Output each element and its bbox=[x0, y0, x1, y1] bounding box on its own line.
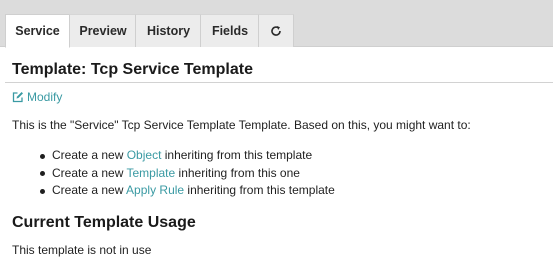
list-item: Create a new Object inheriting from this… bbox=[40, 147, 335, 165]
suggestion-list: Create a new Object inheriting from this… bbox=[40, 147, 335, 200]
tab-preview-label: Preview bbox=[79, 24, 127, 38]
suggestion-prefix: Create a new bbox=[52, 183, 127, 197]
usage-text: This template is not in use bbox=[12, 243, 152, 257]
modify-link[interactable]: Modify bbox=[12, 90, 62, 104]
suggestion-suffix: inheriting from this template bbox=[184, 183, 335, 197]
refresh-button[interactable] bbox=[258, 14, 294, 47]
page-title: Template: Tcp Service Template bbox=[12, 61, 253, 78]
suggestion-suffix: inheriting from this template bbox=[161, 148, 313, 162]
list-item: Create a new Apply Rule inheriting from … bbox=[40, 182, 335, 200]
suggestion-prefix: Create a new bbox=[52, 148, 127, 162]
modify-label: Modify bbox=[27, 90, 63, 104]
create-template-link[interactable]: Template bbox=[127, 166, 176, 180]
create-object-link[interactable]: Object bbox=[127, 148, 162, 162]
tab-bar: Service Preview History Fields bbox=[0, 0, 553, 48]
tab-history[interactable]: History bbox=[135, 14, 201, 47]
suggestion-suffix: inheriting from this one bbox=[175, 165, 300, 180]
bullet bbox=[40, 171, 45, 176]
title-divider bbox=[5, 82, 553, 83]
tab-history-label: History bbox=[146, 24, 191, 38]
create-apply-rule-link[interactable]: Apply Rule bbox=[126, 183, 184, 197]
bullet bbox=[40, 153, 45, 159]
tab-service[interactable]: Service bbox=[5, 14, 70, 48]
intro-text: This is the "Service" Tcp Service Templa… bbox=[12, 118, 471, 132]
edit-icon bbox=[12, 92, 23, 103]
bullet bbox=[40, 188, 45, 194]
suggestion-prefix: Create a new bbox=[52, 165, 127, 180]
refresh-icon bbox=[271, 26, 281, 36]
tab-service-label: Service bbox=[15, 24, 60, 38]
tab-preview[interactable]: Preview bbox=[69, 14, 136, 47]
usage-section-title: Current Template Usage bbox=[12, 214, 196, 231]
list-item: Create a new Template inheriting from th… bbox=[40, 165, 335, 183]
tab-fields-label: Fields bbox=[211, 24, 249, 38]
tab-fields[interactable]: Fields bbox=[200, 14, 259, 47]
